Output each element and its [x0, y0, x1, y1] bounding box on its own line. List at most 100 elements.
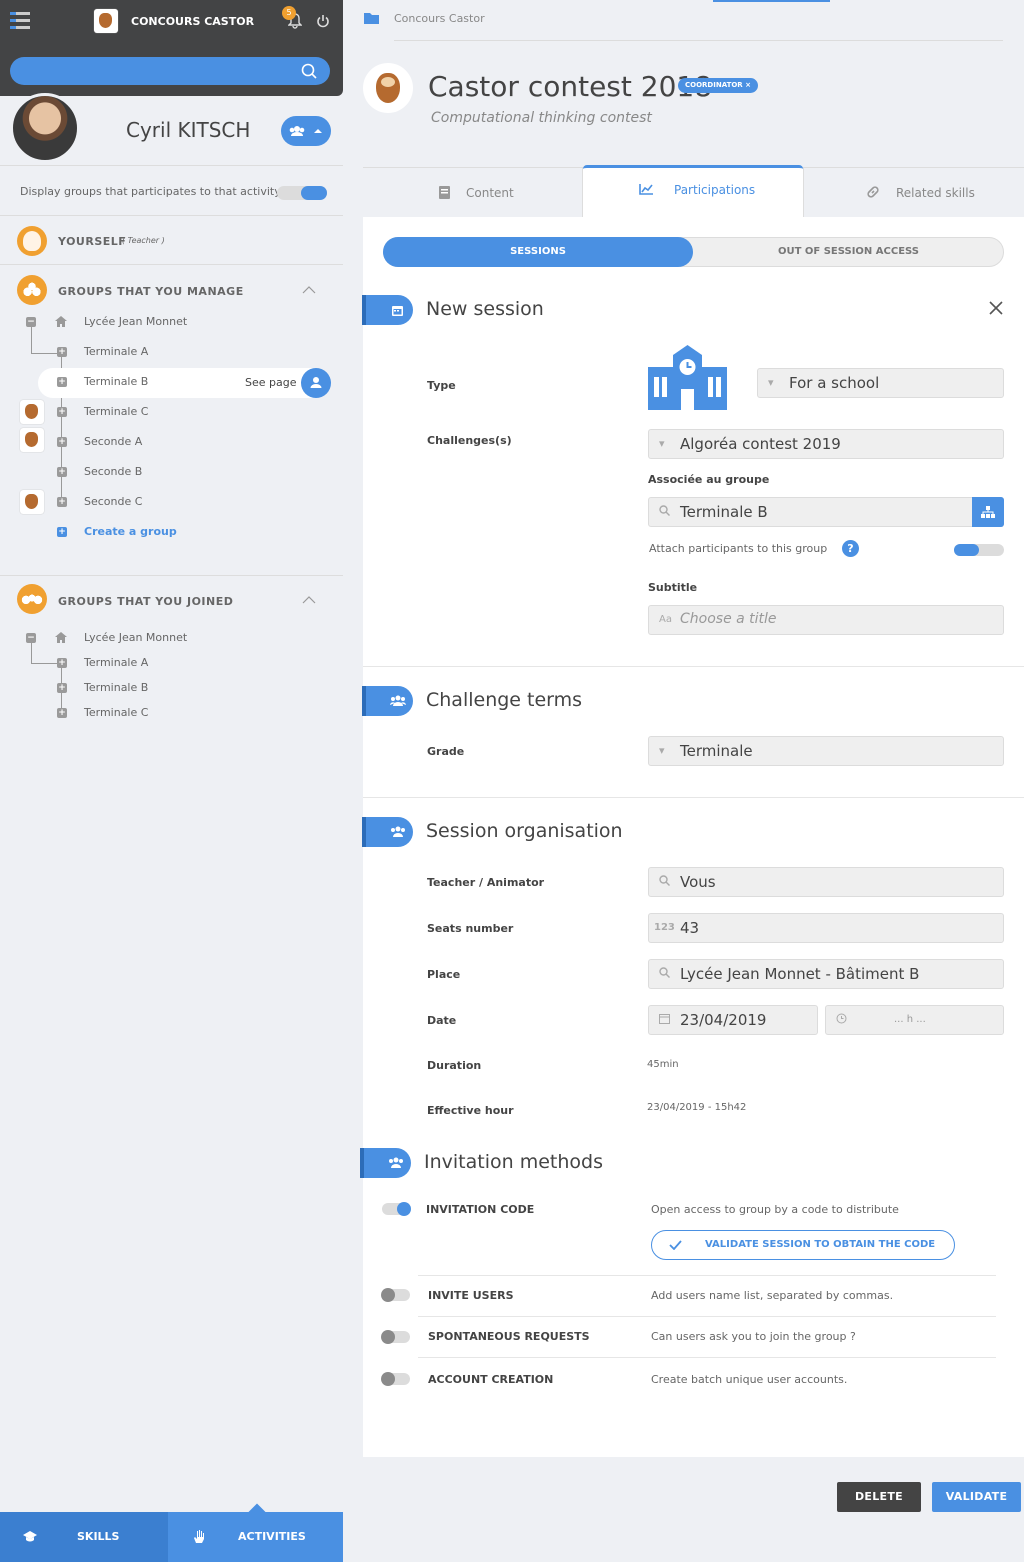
- tree-collapse-icon[interactable]: −: [26, 633, 36, 643]
- tab-related-label: Related skills: [896, 186, 975, 200]
- group-search-field[interactable]: Terminale B: [648, 497, 1004, 527]
- tree-expand-icon[interactable]: +: [57, 467, 67, 477]
- tree-expand-icon[interactable]: +: [57, 437, 67, 447]
- power-icon[interactable]: [316, 14, 330, 28]
- chart-icon: [639, 184, 653, 195]
- activities-tab[interactable]: ACTIVITIES: [168, 1503, 343, 1562]
- tree-collapse-icon[interactable]: −: [26, 317, 36, 327]
- add-icon[interactable]: +: [57, 527, 67, 537]
- tree-expand-icon[interactable]: +: [57, 683, 67, 693]
- type-select[interactable]: ▾ For a school: [757, 368, 1004, 398]
- manage-title: GROUPS THAT YOU MANAGE: [58, 285, 244, 298]
- tab-related-skills[interactable]: Related skills: [803, 167, 1024, 217]
- new-session-title: New session: [426, 298, 544, 320]
- user-page-button[interactable]: [301, 368, 331, 398]
- coordinator-badge[interactable]: COORDINATOR ×: [678, 78, 758, 93]
- manage-item[interactable]: Seconde A: [84, 435, 142, 448]
- spontaneous-requests-toggle[interactable]: [381, 1330, 410, 1344]
- invite-users-toggle[interactable]: [381, 1288, 410, 1302]
- effective-value: 23/04/2019 - 15h42: [647, 1102, 747, 1113]
- manage-item[interactable]: Terminale A: [84, 345, 148, 358]
- subtitle-placeholder: Choose a title: [680, 611, 777, 627]
- date-field[interactable]: 23/04/2019: [648, 1005, 818, 1035]
- avatar: [10, 93, 80, 163]
- castor-logo-icon: [20, 400, 44, 424]
- place-field[interactable]: Lycée Jean Monnet - Bâtiment B: [648, 959, 1004, 989]
- close-icon[interactable]: [989, 301, 1003, 315]
- collapse-chevron-icon[interactable]: [302, 596, 316, 604]
- joined-item[interactable]: Terminale A: [84, 656, 148, 669]
- subtab-out-of-session[interactable]: OUT OF SESSION ACCESS: [693, 237, 1004, 267]
- validate-session-code-label: VALIDATE SESSION TO OBTAIN THE CODE: [705, 1239, 936, 1250]
- delete-button[interactable]: DELETE: [837, 1482, 921, 1512]
- joined-item[interactable]: Terminale C: [84, 706, 148, 719]
- account-creation-label: ACCOUNT CREATION: [428, 1373, 554, 1386]
- top-bar: CONCOURS CASTOR 5: [0, 0, 343, 96]
- dropdown-caret-icon: ▾: [768, 376, 774, 389]
- teacher-value: Vous: [680, 873, 716, 891]
- tab-participations[interactable]: Participations: [583, 165, 803, 217]
- tab-participations-label: Participations: [674, 183, 756, 197]
- grade-select[interactable]: ▾ Terminale: [648, 736, 1004, 766]
- tree-expand-icon[interactable]: +: [57, 347, 67, 357]
- see-page-link[interactable]: See page: [245, 376, 297, 389]
- skills-tab[interactable]: SKILLS: [0, 1512, 168, 1562]
- profile-name: Cyril KITSCH: [126, 118, 251, 142]
- tree-expand-icon[interactable]: +: [57, 708, 67, 718]
- top-indicator: [713, 0, 830, 2]
- seats-field[interactable]: 123 43: [648, 913, 1004, 943]
- manage-item[interactable]: Seconde C: [84, 495, 142, 508]
- attach-toggle[interactable]: [954, 544, 1004, 556]
- people-icon: [390, 826, 406, 838]
- tab-content[interactable]: Content: [363, 167, 583, 217]
- school-icon[interactable]: [648, 345, 727, 410]
- date-value: 23/04/2019: [680, 1011, 767, 1029]
- search-icon: [659, 505, 670, 516]
- people-icon: [388, 1157, 404, 1169]
- time-placeholder: ... h ...: [894, 1014, 926, 1025]
- tree-expand-icon[interactable]: +: [57, 377, 67, 387]
- joined-root[interactable]: Lycée Jean Monnet: [84, 631, 187, 644]
- challenge-select[interactable]: ▾ Algoréa contest 2019: [648, 429, 1004, 459]
- manage-item[interactable]: Terminale B: [84, 375, 148, 388]
- hamburger-menu-icon[interactable]: [10, 12, 30, 30]
- tree-expand-icon[interactable]: +: [57, 658, 67, 668]
- validate-session-code-button[interactable]: VALIDATE SESSION TO OBTAIN THE CODE: [651, 1230, 955, 1260]
- divider: [418, 1357, 996, 1358]
- breadcrumb[interactable]: Concours Castor: [394, 12, 485, 25]
- teacher-field[interactable]: Vous: [648, 867, 1004, 897]
- search-icon[interactable]: [301, 63, 317, 79]
- manage-item[interactable]: Terminale C: [84, 405, 148, 418]
- spontaneous-requests-desc: Can users ask you to join the group ?: [651, 1330, 856, 1343]
- yourself-label[interactable]: YOURSELF: [58, 235, 126, 248]
- tree-expand-icon[interactable]: +: [57, 497, 67, 507]
- folder-icon: [364, 12, 379, 24]
- activity-subtitle: Computational thinking contest: [431, 110, 652, 126]
- section-marker: [362, 817, 413, 847]
- subtab-sessions[interactable]: SESSIONS: [383, 237, 693, 267]
- tree-expand-icon[interactable]: +: [57, 407, 67, 417]
- joined-title: GROUPS THAT YOU JOINED: [58, 595, 234, 608]
- collapse-chevron-icon[interactable]: [302, 286, 316, 294]
- joined-item[interactable]: Terminale B: [84, 681, 148, 694]
- subtitle-input[interactable]: Aa Choose a title: [648, 605, 1004, 635]
- invite-users-desc: Add users name list, separated by commas…: [651, 1289, 894, 1302]
- help-icon[interactable]: ?: [842, 540, 859, 557]
- time-field[interactable]: ... h ...: [825, 1005, 1004, 1035]
- section-marker: [360, 1148, 411, 1178]
- display-groups-toggle[interactable]: [277, 186, 327, 200]
- group-tree-button[interactable]: [972, 497, 1004, 527]
- search-input[interactable]: [10, 57, 330, 85]
- yourself-role: ( Teacher ): [122, 236, 165, 245]
- attach-label: Attach participants to this group: [649, 542, 828, 555]
- invitation-code-toggle[interactable]: [382, 1202, 411, 1216]
- search-icon: [659, 875, 670, 886]
- create-group-link[interactable]: Create a group: [84, 525, 177, 538]
- group-switch-button[interactable]: [281, 116, 331, 146]
- divider: [418, 1316, 996, 1317]
- manage-root[interactable]: Lycée Jean Monnet: [84, 315, 187, 328]
- manage-item[interactable]: Seconde B: [84, 465, 142, 478]
- account-creation-toggle[interactable]: [381, 1372, 410, 1386]
- people-icon: [390, 695, 406, 707]
- validate-button[interactable]: VALIDATE: [932, 1482, 1021, 1512]
